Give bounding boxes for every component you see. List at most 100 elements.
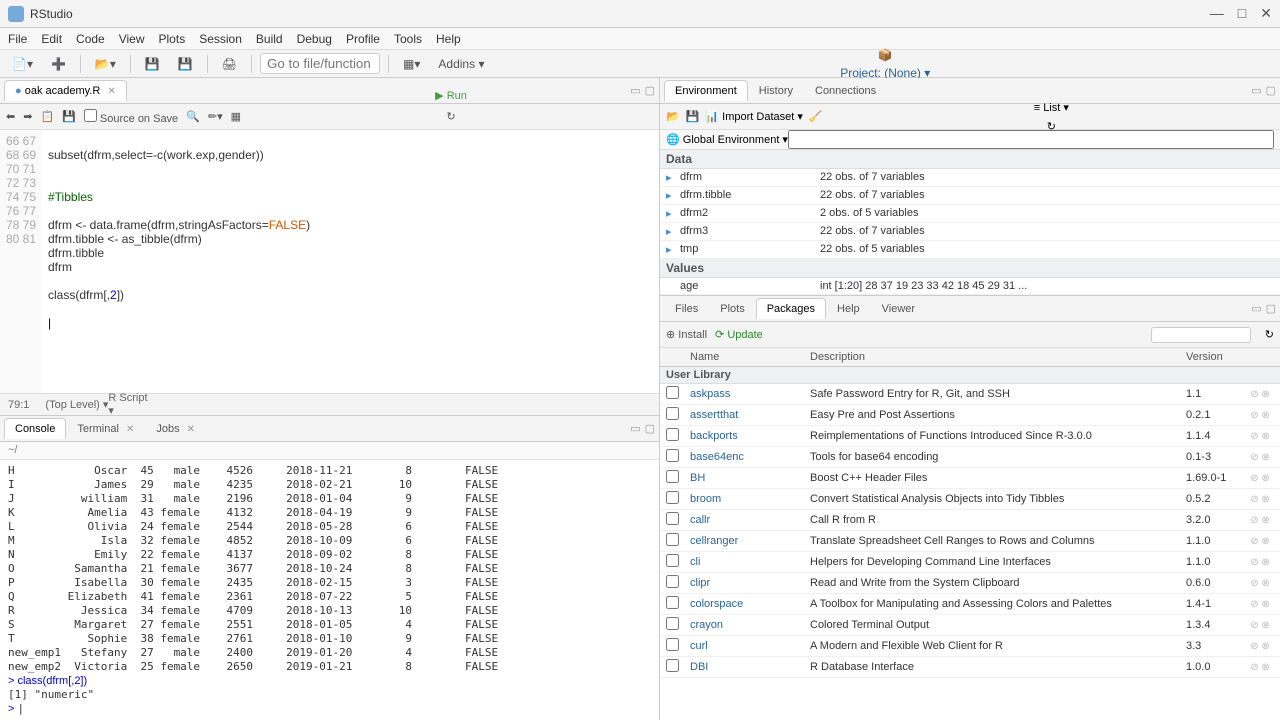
- tools-button[interactable]: ▦▾: [397, 55, 426, 73]
- menu-tools[interactable]: Tools: [394, 32, 422, 46]
- pkg-link[interactable]: colorspace: [684, 598, 804, 610]
- pkg-link[interactable]: DBI: [684, 661, 804, 673]
- open-file-button[interactable]: 📂▾: [89, 55, 122, 73]
- tab-jobs[interactable]: Jobs ✕: [145, 418, 206, 439]
- pkg-remove-icon[interactable]: ⊘ ⊗: [1240, 641, 1280, 652]
- pkg-search-input[interactable]: [1151, 327, 1251, 343]
- rerun-button[interactable]: ↻: [446, 110, 455, 123]
- pkg-remove-icon[interactable]: ⊘ ⊗: [1240, 578, 1280, 589]
- close-tab-icon[interactable]: ✕: [107, 86, 115, 97]
- scope-selector[interactable]: (Top Level) ▾: [45, 398, 108, 411]
- language-selector[interactable]: R Script ▾: [108, 392, 651, 417]
- pkg-link[interactable]: crayon: [684, 619, 804, 631]
- tab-connections[interactable]: Connections: [804, 80, 887, 101]
- pkg-remove-icon[interactable]: ⊘ ⊗: [1240, 452, 1280, 463]
- menu-view[interactable]: View: [119, 32, 145, 46]
- tab-packages[interactable]: Packages: [756, 298, 826, 319]
- pkg-checkbox[interactable]: [666, 575, 679, 588]
- run-button[interactable]: ▶ Run: [435, 89, 467, 102]
- source-file-tab[interactable]: ● oak academy.R ✕: [4, 80, 127, 101]
- pkg-link[interactable]: clipr: [684, 577, 804, 589]
- pkg-remove-icon[interactable]: ⊘ ⊗: [1240, 473, 1280, 484]
- menu-code[interactable]: Code: [76, 32, 105, 46]
- back-button[interactable]: ⬅: [6, 110, 15, 123]
- env-row[interactable]: ▸dfrm22 obs. of 5 variables: [660, 205, 1280, 223]
- tab-files[interactable]: Files: [664, 298, 709, 319]
- maximize-console-icon[interactable]: ▢: [645, 422, 655, 435]
- pkg-remove-icon[interactable]: ⊘ ⊗: [1240, 494, 1280, 505]
- console-output[interactable]: H Oscar 45 male 4526 2018-11-21 8 FALSE …: [0, 460, 659, 720]
- new-project-button[interactable]: ➕: [45, 55, 72, 73]
- env-row[interactable]: ▸dfrm322 obs. of 7 variables: [660, 223, 1280, 241]
- pkg-checkbox[interactable]: [666, 638, 679, 651]
- pkg-checkbox[interactable]: [666, 449, 679, 462]
- env-row[interactable]: ▸tmp22 obs. of 5 variables: [660, 241, 1280, 259]
- minimize-env-icon[interactable]: ▭: [1251, 84, 1261, 97]
- print-button[interactable]: 🖨: [216, 55, 243, 73]
- maximize-env-icon[interactable]: ▢: [1266, 84, 1276, 97]
- pkg-remove-icon[interactable]: ⊘ ⊗: [1240, 536, 1280, 547]
- load-ws-button[interactable]: 📂: [666, 110, 680, 123]
- pkg-link[interactable]: assertthat: [684, 409, 804, 421]
- pkg-remove-icon[interactable]: ⊘ ⊗: [1240, 557, 1280, 568]
- pkg-remove-icon[interactable]: ⊘ ⊗: [1240, 662, 1280, 673]
- pkg-remove-icon[interactable]: ⊘ ⊗: [1240, 599, 1280, 610]
- save-all-button[interactable]: 💾: [172, 55, 199, 73]
- pkg-link[interactable]: cellranger: [684, 535, 804, 547]
- minimize-pkg-icon[interactable]: ▭: [1251, 302, 1261, 315]
- wand-button[interactable]: ✏▾: [208, 110, 223, 123]
- menu-help[interactable]: Help: [436, 32, 461, 46]
- tab-plots[interactable]: Plots: [709, 298, 755, 319]
- minimize-console-icon[interactable]: ▭: [630, 422, 640, 435]
- pkg-checkbox[interactable]: [666, 533, 679, 546]
- pkg-link[interactable]: cli: [684, 556, 804, 568]
- pkg-checkbox[interactable]: [666, 512, 679, 525]
- menu-session[interactable]: Session: [199, 32, 242, 46]
- pkg-checkbox[interactable]: [666, 617, 679, 630]
- env-search-input[interactable]: [788, 130, 1274, 149]
- pkg-link[interactable]: askpass: [684, 388, 804, 400]
- save-file-button[interactable]: 💾: [62, 110, 76, 123]
- goto-input[interactable]: [260, 53, 380, 74]
- save-ws-button[interactable]: 💾: [686, 110, 700, 123]
- forward-button[interactable]: ➡: [23, 110, 32, 123]
- update-button[interactable]: ⟳ Update: [715, 328, 763, 341]
- pkg-checkbox[interactable]: [666, 596, 679, 609]
- save-button[interactable]: 💾: [139, 55, 166, 73]
- tab-viewer[interactable]: Viewer: [871, 298, 926, 319]
- pkg-checkbox[interactable]: [666, 386, 679, 399]
- env-scope-selector[interactable]: 🌐 Global Environment ▾: [666, 133, 788, 146]
- pkg-remove-icon[interactable]: ⊘ ⊗: [1240, 515, 1280, 526]
- menu-plots[interactable]: Plots: [159, 32, 186, 46]
- install-button[interactable]: ⊕ Install: [666, 328, 707, 341]
- tab-help[interactable]: Help: [826, 298, 871, 319]
- tab-history[interactable]: History: [748, 80, 804, 101]
- pkg-checkbox[interactable]: [666, 428, 679, 441]
- source-editor[interactable]: 66 67 68 69 70 71 72 73 74 75 76 77 78 7…: [0, 130, 659, 393]
- pkg-checkbox[interactable]: [666, 491, 679, 504]
- find-button[interactable]: 🔍: [186, 110, 200, 123]
- tab-environment[interactable]: Environment: [664, 80, 748, 101]
- pkg-remove-icon[interactable]: ⊘ ⊗: [1240, 389, 1280, 400]
- list-view-button[interactable]: ≡ List ▾: [1034, 101, 1069, 114]
- pkg-checkbox[interactable]: [666, 470, 679, 483]
- maximize-pkg-icon[interactable]: ▢: [1266, 302, 1276, 315]
- pkg-checkbox[interactable]: [666, 407, 679, 420]
- clear-ws-button[interactable]: 🧹: [809, 110, 823, 123]
- menu-build[interactable]: Build: [256, 32, 283, 46]
- menu-debug[interactable]: Debug: [297, 32, 332, 46]
- show-file-button[interactable]: 📋: [40, 110, 54, 123]
- pkg-link[interactable]: backports: [684, 430, 804, 442]
- env-row[interactable]: ageint [1:20] 28 37 19 23 33 42 18 45 29…: [660, 278, 1280, 295]
- refresh-pkg-button[interactable]: ↻: [1265, 328, 1274, 341]
- pkg-checkbox[interactable]: [666, 659, 679, 672]
- pkg-link[interactable]: base64enc: [684, 451, 804, 463]
- tab-console[interactable]: Console: [4, 418, 66, 439]
- tab-terminal[interactable]: Terminal ✕: [66, 418, 145, 439]
- new-file-button[interactable]: 📄▾: [6, 55, 39, 73]
- compile-button[interactable]: ▦: [231, 110, 241, 123]
- addins-button[interactable]: Addins ▾: [432, 55, 490, 73]
- source-on-save-checkbox[interactable]: Source on Save: [84, 109, 178, 125]
- pkg-link[interactable]: callr: [684, 514, 804, 526]
- env-row[interactable]: ▸dfrm.tibble22 obs. of 7 variables: [660, 187, 1280, 205]
